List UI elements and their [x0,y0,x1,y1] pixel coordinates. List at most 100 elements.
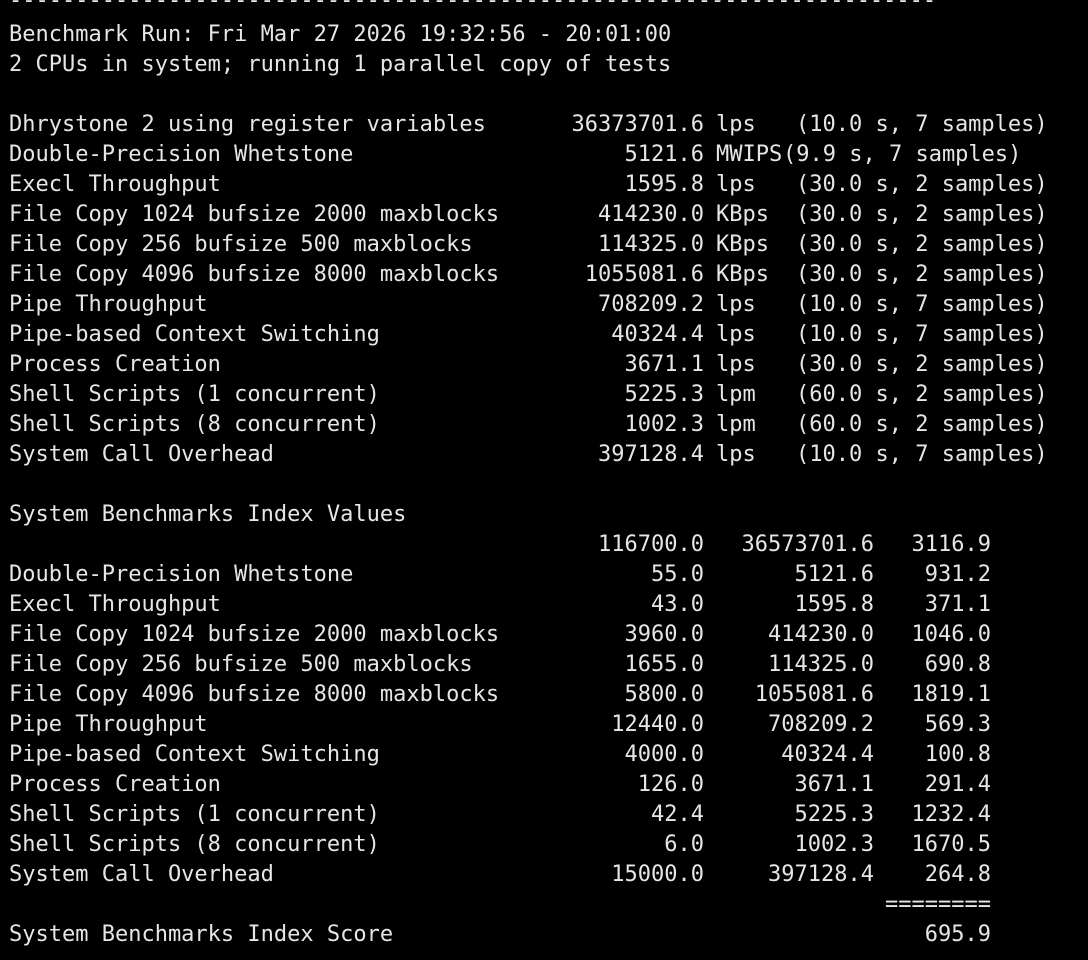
index-result: 708209.2 [768,712,874,737]
result-unit: lps [716,112,756,137]
index-name: Pipe-based Context Switching [9,742,380,767]
result-meta: (10.0 s, 7 samples) [796,322,1048,347]
result-name: Shell Scripts (8 concurrent) [9,412,380,437]
index-score: 690.8 [924,652,991,677]
index-score-label: System Benchmarks Index Score [9,922,394,947]
result-name: Dhrystone 2 using register variables [9,112,486,137]
result-row: Pipe Throughput 708209.2 lps (10.0 s, 7 sam… [0,290,1088,320]
cpu-info-line: 2 CPUs in system; running 1 parallel cop… [9,52,672,77]
result-unit: KBps [716,262,769,287]
index-row: System Call Overhead 15000.0 397128.4 264.8 [0,860,1088,890]
index-baseline: 4000.0 [624,742,704,767]
index-row: Double-Precision Whetstone 55.0 5121.6 931.… [0,560,1088,590]
result-meta: (60.0 s, 2 samples) [796,412,1048,437]
result-value: 397128.4 [598,442,704,467]
index-score: 264.8 [924,862,991,887]
result-value: 1002.3 [624,412,704,437]
index-baseline: 6.0 [664,832,704,857]
index-score: 371.1 [924,592,991,617]
index-baseline: 1655.0 [624,652,704,677]
result-name: Pipe Throughput [9,292,208,317]
result-meta: (60.0 s, 2 samples) [796,382,1048,407]
result-meta: (10.0 s, 7 samples) [796,112,1048,137]
result-name: Pipe-based Context Switching [9,322,380,347]
result-meta: (9.9 s, 7 samples) [783,142,1022,167]
result-name: Execl Throughput [9,172,221,197]
index-result: 414230.0 [768,622,874,647]
result-value: 40324.4 [611,322,704,347]
index-row: Execl Throughput 43.0 1595.8 371.1 [0,590,1088,620]
index-row: Pipe-based Context Switching 4000.0 40324.… [0,740,1088,770]
result-row: File Copy 1024 bufsize 2000 maxblocks 414… [0,200,1088,230]
result-value: 414230.0 [598,202,704,227]
index-baseline: 5800.0 [624,682,704,707]
result-row: Pipe-based Context Switching 40324.4 lps (1… [0,320,1088,350]
index-result: 40324.4 [781,742,874,767]
index-result: 36573701.6 [741,532,874,557]
result-value: 1055081.6 [584,262,704,287]
separator-line: ----------------------------------------… [9,0,937,13]
index-name: System Call Overhead [9,862,274,887]
result-row: Dhrystone 2 using register variables 3637… [0,110,1088,140]
result-unit: lps [716,322,756,347]
index-row: Process Creation 126.0 3671.1 291.4 [0,770,1088,800]
result-value: 114325.0 [598,232,704,257]
result-unit: MWIPS [716,142,783,167]
result-name: File Copy 256 bufsize 500 maxblocks [9,232,473,257]
result-unit: lps [716,292,756,317]
index-baseline: 15000.0 [611,862,704,887]
index-result: 5225.3 [794,802,874,827]
result-value: 5225.3 [624,382,704,407]
result-row: Process Creation 3671.1 lps (30.0 s, 2 samp… [0,350,1088,380]
result-unit: lps [716,352,756,377]
result-name: System Call Overhead [9,442,274,467]
index-score: 100.8 [924,742,991,767]
index-score: 931.2 [924,562,991,587]
result-row: Execl Throughput 1595.8 lps (30.0 s, 2 samp… [0,170,1088,200]
result-name: Double-Precision Whetstone [9,142,354,167]
index-name: Pipe Throughput [9,712,208,737]
index-baseline: 116700.0 [598,532,704,557]
result-meta: (30.0 s, 2 samples) [796,262,1048,287]
index-name: File Copy 1024 bufsize 2000 maxblocks [9,622,500,647]
index-result: 1595.8 [794,592,874,617]
result-unit: lpm [716,412,756,437]
result-unit: lps [716,172,756,197]
index-total-rule: ======== [885,892,991,917]
result-meta: (30.0 s, 2 samples) [796,352,1048,377]
index-result: 5121.6 [794,562,874,587]
result-row: Double-Precision Whetstone 5121.6 MWIPS (9.… [0,140,1088,170]
result-value: 3671.1 [624,352,704,377]
result-name: Process Creation [9,352,221,377]
index-score: 1819.1 [911,682,991,707]
index-row: Pipe Throughput 12440.0 708209.2 569.3 [0,710,1088,740]
index-row: Shell Scripts (8 concurrent) 6.0 1002.3 167… [0,830,1088,860]
result-value: 36373701.6 [571,112,704,137]
index-score: 1670.5 [911,832,991,857]
index-row: Shell Scripts (1 concurrent) 42.4 5225.3 12… [0,800,1088,830]
result-meta: (30.0 s, 2 samples) [796,232,1048,257]
index-values-heading: System Benchmarks Index Values [9,502,407,527]
index-score: 3116.9 [911,532,991,557]
index-score: 291.4 [924,772,991,797]
result-meta: (10.0 s, 7 samples) [796,442,1048,467]
index-row: File Copy 4096 bufsize 8000 maxblocks 580… [0,680,1088,710]
index-baseline: 126.0 [637,772,704,797]
result-name: File Copy 1024 bufsize 2000 maxblocks [9,202,500,227]
index-baseline: 12440.0 [611,712,704,737]
result-value: 5121.6 [624,142,704,167]
index-baseline: 3960.0 [624,622,704,647]
result-unit: KBps [716,232,769,257]
result-row: Shell Scripts (1 concurrent) 5225.3 lpm (60… [0,380,1088,410]
result-name: File Copy 4096 bufsize 8000 maxblocks [9,262,500,287]
index-name: File Copy 256 bufsize 500 maxblocks [9,652,473,677]
result-name: Shell Scripts (1 concurrent) [9,382,380,407]
index-name: Process Creation [9,772,221,797]
index-score: 569.3 [924,712,991,737]
index-result: 397128.4 [768,862,874,887]
terminal-window[interactable]: ----------------------------------------… [0,0,1088,960]
index-result: 1055081.6 [754,682,874,707]
result-value: 1595.8 [624,172,704,197]
index-row: File Copy 1024 bufsize 2000 maxblocks 396… [0,620,1088,650]
index-score: 1046.0 [911,622,991,647]
